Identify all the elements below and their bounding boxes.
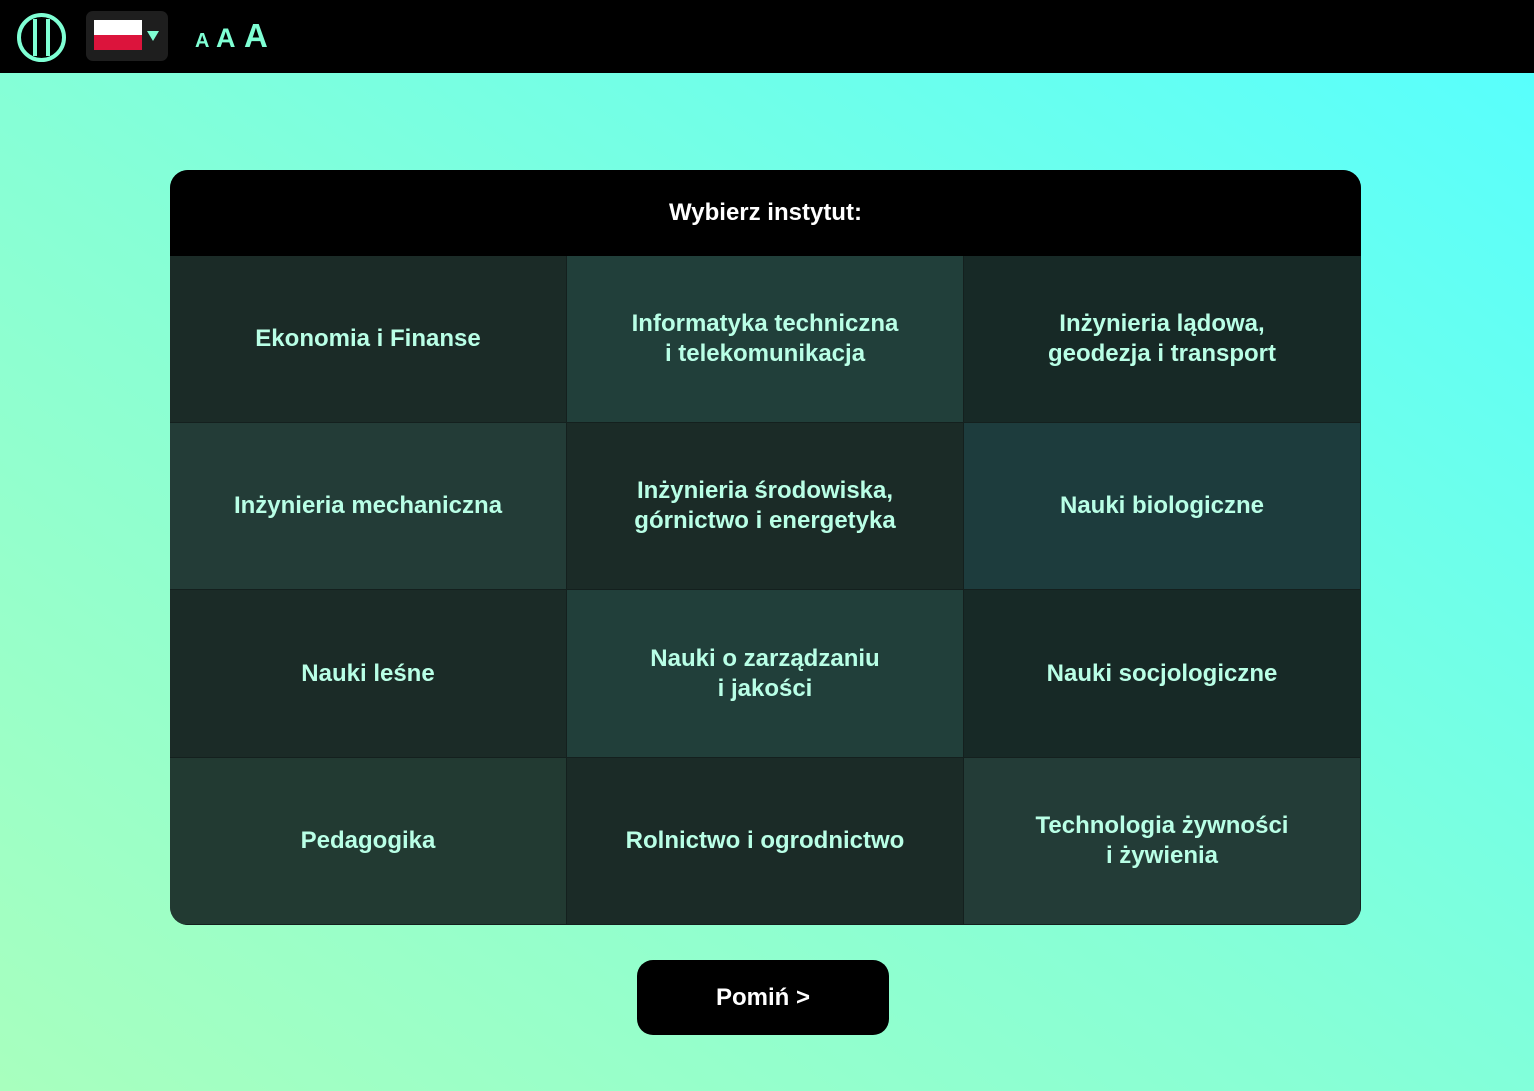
institute-option[interactable]: Inżynieria lądowa, geodezja i transport — [964, 256, 1361, 423]
institute-option[interactable]: Nauki o zarządzaniu i jakości — [567, 590, 964, 758]
flag-red-stripe — [94, 35, 142, 50]
top-bar: A A A — [0, 0, 1534, 73]
institute-grid: Ekonomia i Finanse Informatyka techniczn… — [170, 256, 1361, 925]
institute-option[interactable]: Pedagogika — [170, 758, 567, 925]
panel-title: Wybierz instytut: — [170, 170, 1361, 256]
flag-white-stripe — [94, 20, 142, 35]
institute-option[interactable]: Technologia żywności i żywienia — [964, 758, 1361, 925]
poland-flag-icon — [94, 20, 142, 50]
skip-button[interactable]: Pomiń > — [637, 960, 889, 1035]
font-size-large-button[interactable]: A — [244, 19, 268, 52]
institute-option[interactable]: Nauki socjologiczne — [964, 590, 1361, 758]
institute-panel: Wybierz instytut: Ekonomia i Finanse Inf… — [170, 170, 1361, 925]
font-size-medium-button[interactable]: A — [216, 25, 236, 52]
institute-option[interactable]: Nauki leśne — [170, 590, 567, 758]
institute-option[interactable]: Nauki biologiczne — [964, 423, 1361, 590]
font-size-small-button[interactable]: A — [195, 31, 209, 51]
institute-option[interactable]: Rolnictwo i ogrodnictwo — [567, 758, 964, 925]
institute-option[interactable]: Ekonomia i Finanse — [170, 256, 567, 423]
institute-option[interactable]: Informatyka techniczna i telekomunikacja — [567, 256, 964, 423]
language-selector[interactable] — [86, 11, 168, 61]
accessibility-contrast-icon[interactable] — [16, 12, 67, 63]
chevron-down-icon — [147, 31, 159, 41]
institute-option[interactable]: Inżynieria środowiska, górnictwo i energ… — [567, 423, 964, 590]
institute-option[interactable]: Inżynieria mechaniczna — [170, 423, 567, 590]
